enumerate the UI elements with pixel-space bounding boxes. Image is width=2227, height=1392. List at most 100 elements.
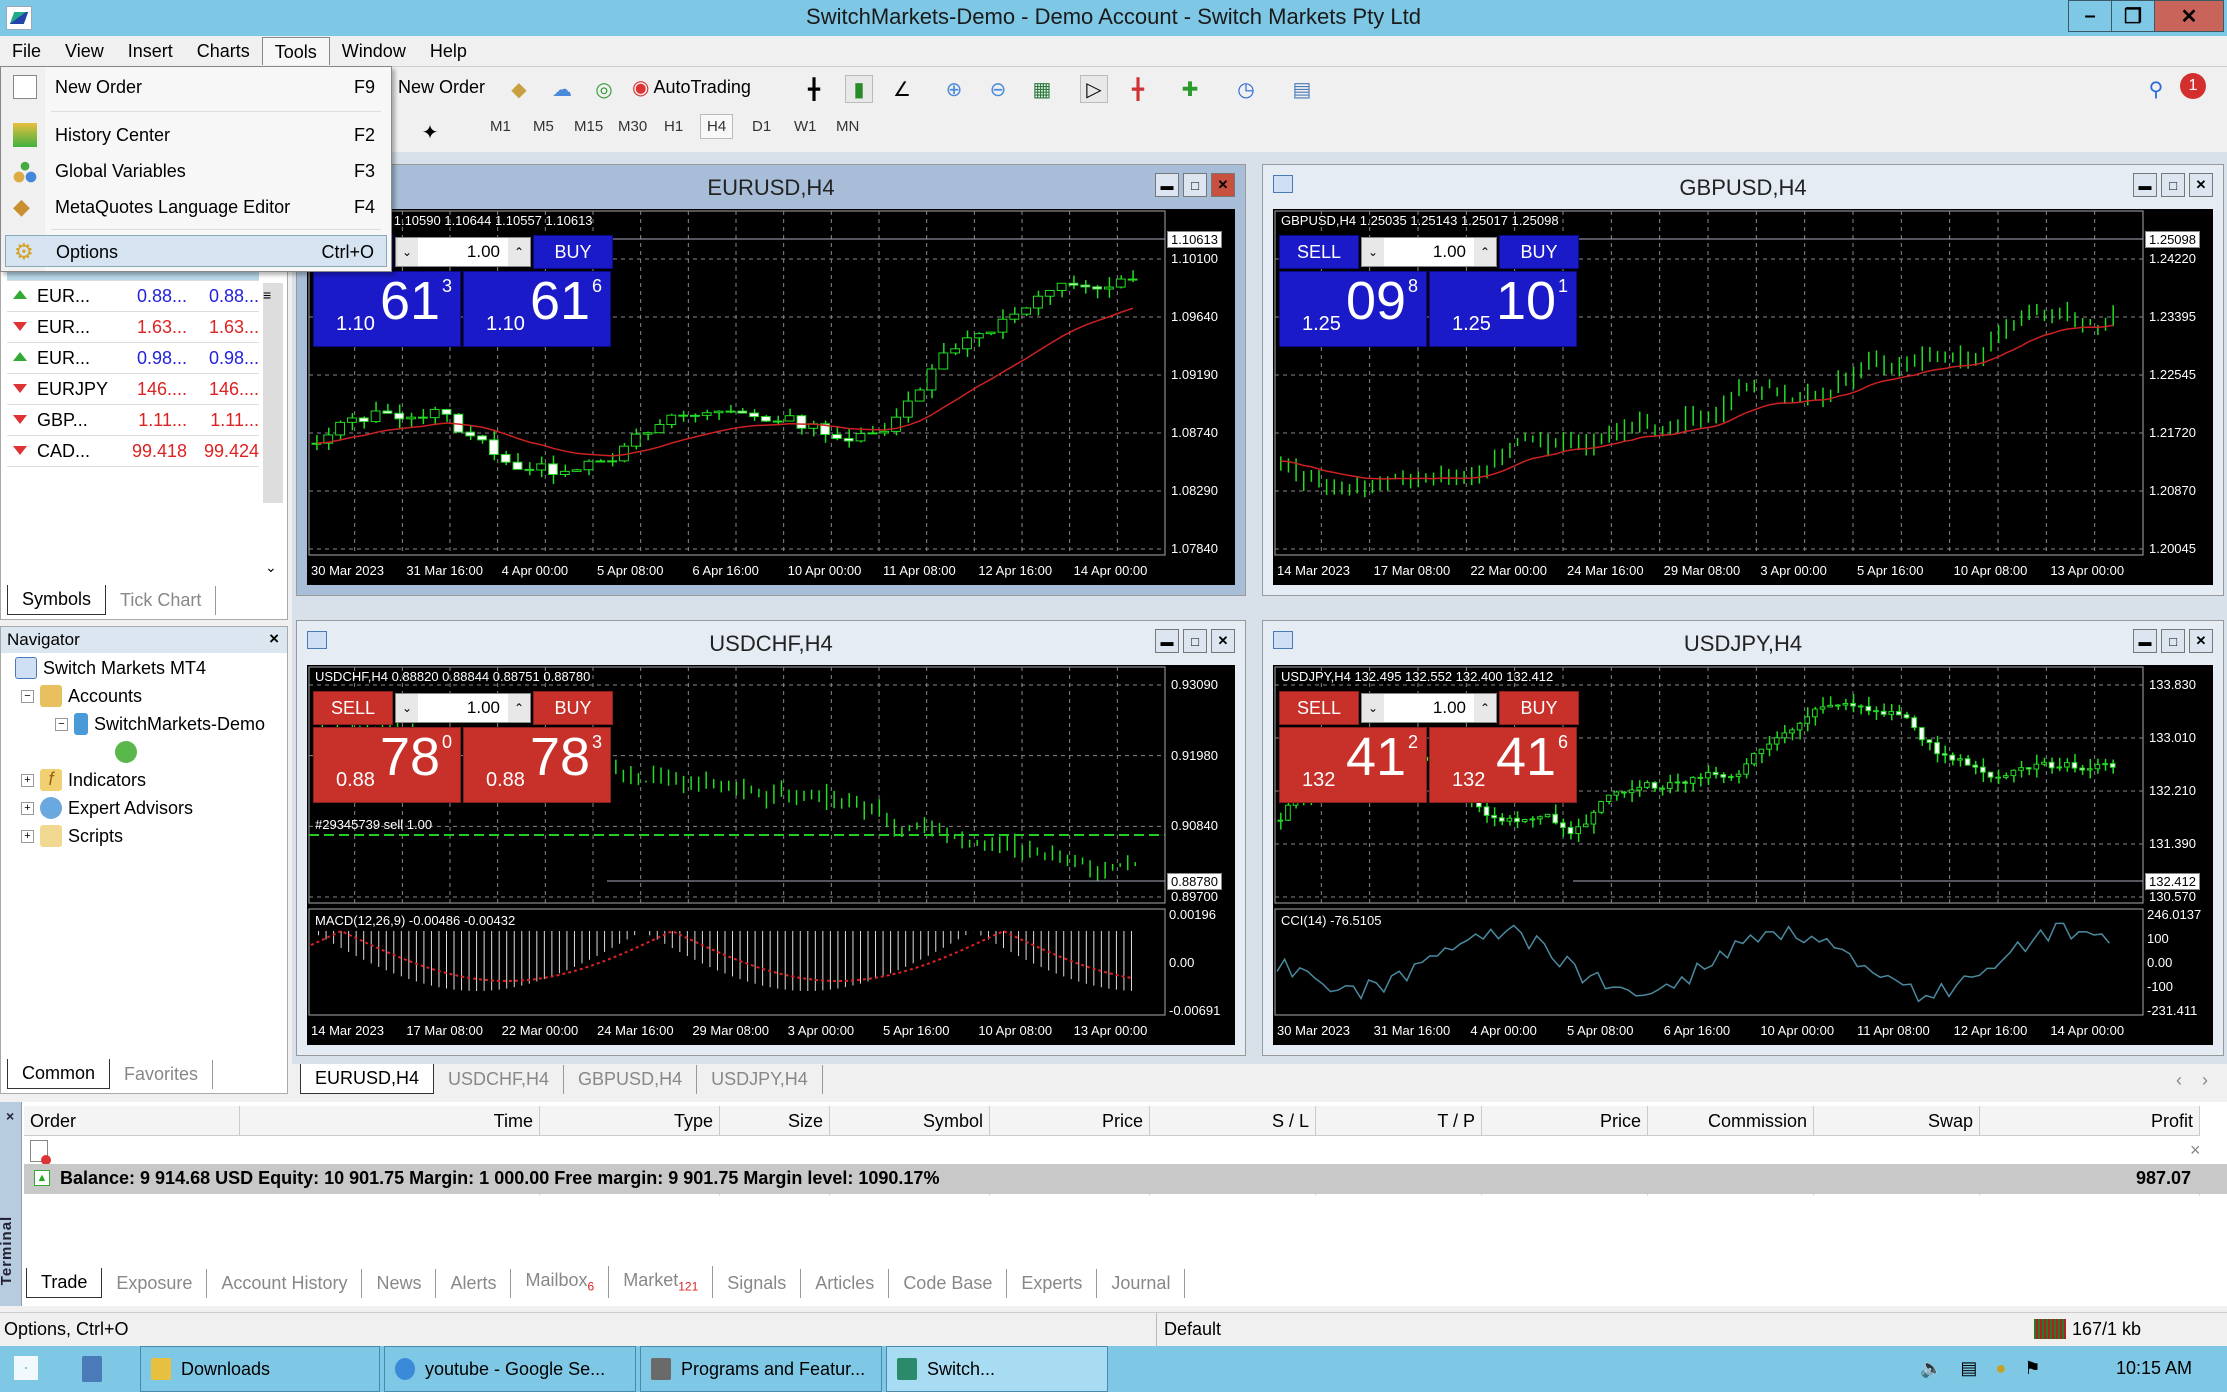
chart-minimize-button[interactable]: ▬ (2133, 629, 2157, 653)
menu-item-history-center[interactable]: History Center F2 (5, 119, 387, 151)
terminal-tab-mailbox[interactable]: Mailbox6 (511, 1266, 610, 1298)
terminal-tab-market[interactable]: Market121 (609, 1266, 714, 1298)
column-header[interactable]: Order (24, 1106, 240, 1136)
column-header[interactable]: T / P (1316, 1106, 1482, 1136)
chart-tab-gbpusd[interactable]: GBPUSD,H4 (564, 1065, 698, 1094)
scroll-menu-icon[interactable]: ≡ (263, 287, 271, 303)
market-watch-row[interactable]: EUR... 1.63... 1.63... (7, 312, 259, 343)
buy-button[interactable]: BUY (533, 235, 613, 269)
chart-tab-eurusd[interactable]: EURUSD,H4 (300, 1064, 435, 1094)
tab-favorites[interactable]: Favorites (110, 1060, 214, 1089)
scroll-down-icon[interactable]: ⌄ (265, 559, 277, 576)
signals-icon[interactable]: ◎ (590, 75, 618, 103)
menu-insert[interactable]: Insert (116, 37, 185, 65)
chart-close-button[interactable]: ✕ (2189, 173, 2213, 197)
terminal-tab-exposure[interactable]: Exposure (102, 1268, 208, 1298)
search-icon[interactable]: ⚲ (2142, 75, 2170, 103)
volume-down-icon[interactable]: ⌄ (1362, 238, 1384, 266)
server-manager-icon[interactable] (82, 1356, 102, 1382)
menu-item-new-order[interactable]: New Order F9 (5, 71, 387, 103)
sell-button[interactable]: SELL (1279, 691, 1359, 725)
chart-minimize-button[interactable]: ▬ (2133, 173, 2157, 197)
bar-chart-icon[interactable]: ╋ (800, 75, 828, 103)
tab-symbols[interactable]: Symbols (7, 585, 107, 615)
menu-charts[interactable]: Charts (185, 37, 262, 65)
network-icon[interactable]: ▤ (1960, 1358, 1977, 1379)
column-header[interactable]: Type (540, 1106, 720, 1136)
notifications-badge[interactable]: 1 (2180, 73, 2206, 99)
ask-quote[interactable]: 1.10 61 6 (463, 271, 611, 347)
market-watch-scrollbar[interactable] (263, 283, 283, 503)
price-chart[interactable]: GBPUSD,H4 1.25035 1.25143 1.25017 1.2509… (1273, 209, 2213, 585)
ask-quote[interactable]: 1.25 10 1 (1429, 271, 1577, 347)
autoscroll-icon[interactable]: ▷ (1080, 75, 1108, 103)
new-order-button[interactable]: New Order (398, 77, 485, 98)
chart-tab-usdjpy[interactable]: USDJPY,H4 (697, 1065, 823, 1094)
volume-down-icon[interactable]: ⌄ (396, 238, 418, 266)
volume-input[interactable]: ⌄ 1.00 ⌃ (1361, 693, 1497, 723)
periods-clock-icon[interactable]: ◷ (1232, 75, 1260, 103)
volume-up-icon[interactable]: ⌃ (508, 694, 530, 722)
timeframe-mn[interactable]: MN (836, 118, 859, 135)
column-header[interactable]: Commission (1648, 1106, 1814, 1136)
market-cloud-icon[interactable]: ☁ (548, 75, 576, 103)
volume-icon[interactable]: 🔈 (1920, 1358, 1942, 1379)
nav-scripts[interactable]: + Scripts (21, 825, 123, 847)
volume-up-icon[interactable]: ⌃ (1474, 694, 1496, 722)
taskbar-item[interactable]: youtube - Google Se... (384, 1346, 636, 1392)
tab-common[interactable]: Common (7, 1059, 111, 1089)
volume-input[interactable]: ⌄ 1.00 ⌃ (395, 237, 531, 267)
volume-down-icon[interactable]: ⌄ (396, 694, 418, 722)
chart-minimize-button[interactable]: ▬ (1155, 629, 1179, 653)
restore-button[interactable]: ❐ (2111, 0, 2155, 32)
templates-icon[interactable]: ▤ (1288, 75, 1316, 103)
taskbar-item[interactable]: Switch... (886, 1346, 1108, 1392)
menu-file[interactable]: File (0, 37, 53, 65)
chart-window-gbpusd[interactable]: GBPUSD,H4 ▬ □ ✕ GBPUSD,H4 1.25035 1.2514… (1262, 164, 2224, 596)
chart-minimize-button[interactable]: ▬ (1155, 173, 1179, 197)
ask-quote[interactable]: 132 41 6 (1429, 727, 1577, 803)
close-order-icon[interactable]: × (2190, 1140, 2201, 1161)
line-chart-icon[interactable]: ∠ (888, 75, 916, 103)
close-button[interactable]: ✕ (2154, 0, 2224, 32)
volume-up-icon[interactable]: ⌃ (508, 238, 530, 266)
column-header[interactable]: Symbol (830, 1106, 990, 1136)
nav-account-user[interactable] (115, 741, 137, 763)
menu-item-options[interactable]: ⚙ Options Ctrl+O (5, 235, 387, 267)
market-watch-row[interactable]: EUR... 0.88... 0.88... (7, 281, 259, 312)
bid-quote[interactable]: 1.25 09 8 (1279, 271, 1427, 347)
column-header[interactable]: Swap (1814, 1106, 1980, 1136)
chart-maximize-button[interactable]: □ (1183, 173, 1207, 197)
market-watch-row[interactable]: CAD... 99.418 99.424 (7, 436, 259, 467)
bid-quote[interactable]: 0.88 78 0 (313, 727, 461, 803)
metaeditor-icon[interactable]: ◆ (505, 75, 533, 103)
sell-button[interactable]: SELL (313, 691, 393, 725)
terminal-tab-trade[interactable]: Trade (26, 1267, 103, 1298)
column-header[interactable]: Profit (1980, 1106, 2200, 1136)
price-chart[interactable]: EURUSD,H4 1.10590 1.10644 1.10557 1.1061… (307, 209, 1235, 585)
minimize-button[interactable]: – (2068, 0, 2112, 32)
buy-button[interactable]: BUY (1499, 235, 1579, 269)
timeframe-m15[interactable]: M15 (574, 118, 603, 135)
nav-expert-advisors[interactable]: + Expert Advisors (21, 797, 193, 819)
timeframe-m30[interactable]: M30 (618, 118, 647, 135)
chart-close-button[interactable]: ✕ (1211, 629, 1235, 653)
column-header[interactable]: Size (720, 1106, 830, 1136)
volume-down-icon[interactable]: ⌄ (1362, 694, 1384, 722)
market-watch-row[interactable]: GBP... 1.11... 1.11... (7, 405, 259, 436)
bid-quote[interactable]: 1.10 61 3 (313, 271, 461, 347)
chart-maximize-button[interactable]: □ (1183, 629, 1207, 653)
indicators-add-icon[interactable]: ✚ (1176, 75, 1204, 103)
timeframe-m5[interactable]: M5 (533, 118, 554, 135)
menu-view[interactable]: View (53, 37, 116, 65)
price-chart[interactable]: USDCHF,H4 0.88820 0.88844 0.88751 0.8878… (307, 665, 1235, 1045)
column-header[interactable]: S / L (1150, 1106, 1316, 1136)
tabs-scroll-right-icon[interactable]: › (2202, 1070, 2208, 1091)
price-chart[interactable]: USDJPY,H4 132.495 132.552 132.400 132.41… (1273, 665, 2213, 1045)
chart-window-eurusd[interactable]: EURUSD,H4 ▬ □ ✕ EURUSD,H4 1.10590 1.1064… (296, 164, 1246, 596)
timeframe-h4[interactable]: H4 (700, 114, 734, 139)
zoom-in-icon[interactable]: ⊕ (940, 75, 968, 103)
terminal-tab-account-history[interactable]: Account History (207, 1268, 363, 1298)
chart-window-usdjpy[interactable]: USDJPY,H4 ▬ □ ✕ USDJPY,H4 132.495 132.55… (1262, 620, 2224, 1056)
menu-tools[interactable]: Tools (261, 37, 330, 65)
